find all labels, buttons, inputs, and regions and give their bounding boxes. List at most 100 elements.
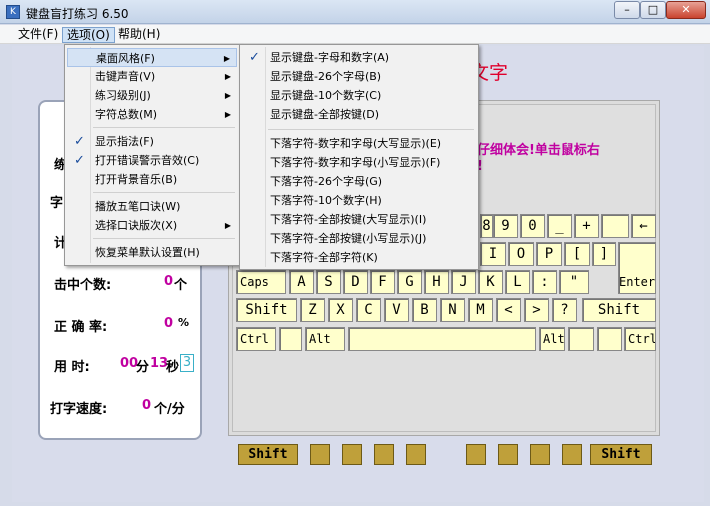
close-button[interactable]: ✕ [666, 1, 706, 19]
finger-key-3 [374, 444, 394, 465]
key-h: H [424, 270, 449, 294]
message-line-1: 仔细体会!单击鼠标右 [477, 143, 600, 158]
menu-item-label: 显示指法(F) [95, 135, 154, 148]
menu-item-keyboard-digits[interactable]: 显示键盘-10个数字(C) [242, 86, 476, 105]
finger-key-1 [310, 444, 330, 465]
hits-label: 击中个数: [54, 278, 112, 293]
speed-unit: 个/分 [154, 402, 185, 417]
menu-item-desktop-style[interactable]: 桌面风格(F) ▶ [67, 48, 237, 67]
menu-item-label: 桌面风格(F) [96, 52, 155, 65]
key-d: D [343, 270, 368, 294]
key-8: 8 [480, 214, 493, 238]
key-period: > [524, 298, 549, 322]
key-v: V [384, 298, 409, 322]
key-z: Z [300, 298, 325, 322]
menu-item-fall-alnum-upper[interactable]: 下落字符-数字和字母(大写显示)(E) [242, 134, 476, 153]
key-right-ctrl: Ctrl [624, 327, 656, 351]
key-fn-left [279, 327, 302, 351]
seconds-box: 3 [180, 354, 194, 372]
key-m: M [468, 298, 493, 322]
menu-item-label: 下落字符-10个数字(H) [270, 194, 382, 207]
menu-item-key-sound[interactable]: 击键声音(V) ▶ [67, 67, 237, 86]
minutes-unit: 分 [136, 360, 150, 375]
menu-help[interactable]: 帮助(H) [114, 27, 164, 43]
menu-item-label: 下落字符-全部字符(K) [270, 251, 378, 264]
key-equals: + [574, 214, 599, 238]
key-right-bracket: ] [592, 242, 616, 266]
menu-item-error-sound[interactable]: ✓ 打开错误警示音效(C) [67, 151, 237, 170]
finger-key-5 [466, 444, 486, 465]
instruction-message: 仔细体会!单击鼠标右 ! [477, 143, 600, 175]
menu-item-label: 击键声音(V) [95, 70, 156, 83]
maximize-button[interactable]: □ [640, 1, 666, 19]
menu-separator [268, 129, 474, 130]
key-right-shift: Shift [582, 298, 656, 322]
key-x: X [328, 298, 353, 322]
key-backslash [601, 214, 629, 238]
key-caps: Caps [236, 270, 286, 294]
menu-item-fall-digits[interactable]: 下落字符-10个数字(H) [242, 191, 476, 210]
menu-item-show-fingering[interactable]: ✓ 显示指法(F) [67, 132, 237, 151]
menu-item-label: 练习级别(J) [95, 89, 151, 102]
window-title: 键盘盲打练习 6.50 [26, 7, 129, 21]
menu-item-rhyme-version[interactable]: 选择口诀版次(X) ▶ [67, 216, 237, 235]
key-win [568, 327, 594, 351]
seconds-unit: 秒 [166, 360, 180, 375]
key-i: I [480, 242, 506, 266]
key-left-bracket: [ [564, 242, 590, 266]
menu-item-keyboard-alnum[interactable]: ✓ 显示键盘-字母和数字(A) [242, 48, 476, 67]
check-icon: ✓ [249, 50, 260, 65]
finger-key-7 [530, 444, 550, 465]
key-a: A [289, 270, 314, 294]
menu-item-wubi-rhyme[interactable]: 播放五笔口诀(W) [67, 197, 237, 216]
menu-item-keyboard-all[interactable]: 显示键盘-全部按键(D) [242, 105, 476, 124]
key-l: L [505, 270, 530, 294]
menu-item-label: 下落字符-全部按键(大写显示)(I) [270, 213, 427, 226]
key-comma: < [496, 298, 521, 322]
menu-options[interactable]: 选项(O) [62, 27, 115, 43]
menu-item-restore-defaults[interactable]: 恢复菜单默认设置(H) [67, 243, 237, 262]
finger-key-6 [498, 444, 518, 465]
menu-item-label: 播放五笔口诀(W) [95, 200, 181, 213]
message-line-2: ! [477, 159, 483, 174]
menu-file[interactable]: 文件(F) [14, 27, 62, 43]
menu-item-label: 下落字符-26个字母(G) [270, 175, 383, 188]
app-icon: K [6, 5, 20, 19]
menu-separator [93, 127, 235, 128]
menu-item-fall-alnum-lower[interactable]: 下落字符-数字和字母(小写显示)(F) [242, 153, 476, 172]
menu-item-label: 恢复菜单默认设置(H) [95, 246, 200, 259]
minimize-button[interactable]: – [614, 1, 640, 19]
key-c: C [356, 298, 381, 322]
menu-item-level[interactable]: 练习级别(J) ▶ [67, 86, 237, 105]
menu-item-label: 打开背景音乐(B) [95, 173, 178, 186]
submenu-arrow-icon: ▶ [224, 110, 231, 119]
check-icon: ✓ [74, 153, 85, 168]
key-quote: " [559, 270, 589, 294]
key-right-alt: Alt [539, 327, 565, 351]
menu-item-char-count[interactable]: 字符总数(M) ▶ [67, 105, 237, 124]
hits-unit: 个 [174, 278, 188, 293]
menu-item-bg-music[interactable]: 打开背景音乐(B) [67, 170, 237, 189]
key-g: G [397, 270, 422, 294]
menu-separator [93, 238, 235, 239]
key-space [348, 327, 536, 351]
menu-item-fall-all-lower[interactable]: 下落字符-全部按键(小写显示)(J) [242, 229, 476, 248]
options-menu: 桌面风格(F) ▶ 击键声音(V) ▶ 练习级别(J) ▶ 字符总数(M) ▶ ✓ 显示指… [64, 44, 240, 266]
finger-key-right-shift: Shift [590, 444, 652, 465]
menu-item-label: 下落字符-数字和字母(大写显示)(E) [270, 137, 442, 150]
menu-item-label: 下落字符-数字和字母(小写显示)(F) [270, 156, 441, 169]
accuracy-value: 0 [164, 316, 174, 331]
desktop-style-submenu: ✓ 显示键盘-字母和数字(A) 显示键盘-26个字母(B) 显示键盘-10个数字(… [239, 44, 479, 270]
key-n: N [440, 298, 465, 322]
finger-key-left-shift: Shift [238, 444, 298, 465]
menu-item-label: 下落字符-全部按键(小写显示)(J) [270, 232, 427, 245]
speed-label: 打字速度: [50, 402, 108, 417]
menu-item-fall-all-upper[interactable]: 下落字符-全部按键(大写显示)(I) [242, 210, 476, 229]
finger-key-2 [342, 444, 362, 465]
key-9: 9 [493, 214, 518, 238]
key-left-alt: Alt [305, 327, 345, 351]
key-o: O [508, 242, 534, 266]
menu-item-fall-all-chars[interactable]: 下落字符-全部字符(K) [242, 248, 476, 267]
menu-item-fall-letters[interactable]: 下落字符-26个字母(G) [242, 172, 476, 191]
menu-item-keyboard-letters[interactable]: 显示键盘-26个字母(B) [242, 67, 476, 86]
